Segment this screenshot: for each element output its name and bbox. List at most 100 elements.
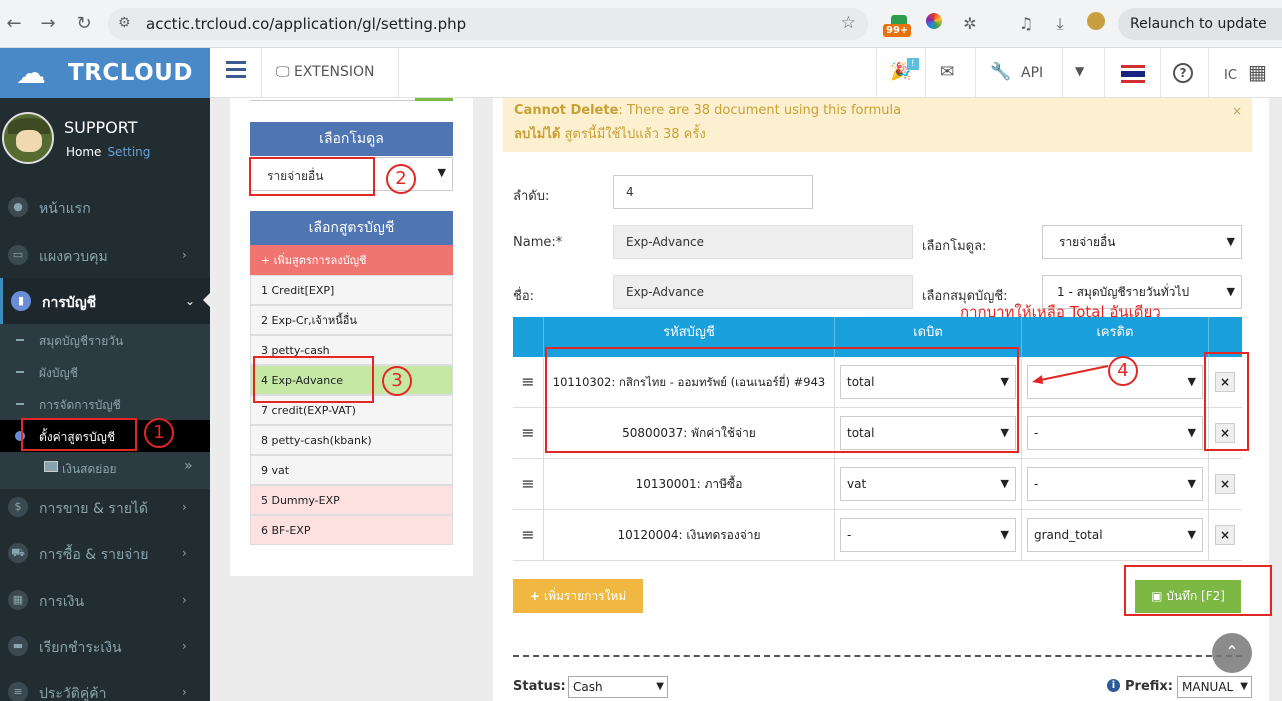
sidebar-item-label: แผงควบคุม (39, 249, 108, 265)
building-icon[interactable]: ▦ (1248, 60, 1267, 84)
reload-icon[interactable]: ↻ (72, 12, 96, 36)
name-label: Name:* (513, 235, 563, 250)
extension-badge: 99+ (883, 24, 912, 37)
status-select[interactable]: Cash ▼ (568, 676, 668, 698)
credit-select[interactable]: - ▼ (1027, 467, 1203, 501)
drag-handle-icon[interactable]: ≡ (513, 408, 544, 459)
sidebar-item-partner-history[interactable]: ≡ ประวัติคู่ค้า › (0, 669, 210, 701)
thai-flag-icon[interactable] (1121, 65, 1145, 83)
sidebar-item-label: เรียกชำระเงิน (39, 640, 122, 656)
alert-title-th: ลบไม่ได้ (514, 127, 561, 142)
formula-item[interactable]: 8 petty-cash(kbank) (250, 425, 453, 455)
back-icon[interactable]: ← (2, 12, 26, 36)
bookmark-star-icon[interactable]: ☆ (841, 13, 856, 33)
id-card-icon (44, 461, 58, 472)
sidebar-item-label: การซื้อ & รายจ่าย (39, 547, 149, 563)
address-bar[interactable]: ⚙ acctic.trcloud.co/application/gl/setti… (108, 8, 868, 40)
sub-item-journal[interactable]: สมุดบัญชีรายวัน (0, 324, 210, 356)
breadcrumb-home[interactable]: Home (66, 145, 101, 159)
breadcrumb-setting[interactable]: Setting (107, 145, 150, 159)
extension-menu[interactable]: 🖵 EXTENSION (276, 64, 375, 80)
active-caret (203, 292, 211, 308)
add-formula-button[interactable]: + เพิ่มสูตรการลงบัญชี (250, 245, 453, 275)
add-row-button[interactable]: + เพิ่มรายการใหม่ (513, 579, 643, 613)
sidebar-item-dashboard[interactable]: ▭ แผงควบคุม › (0, 232, 210, 278)
sub-item-petty-cash[interactable]: เงินสดย่อย » (0, 452, 210, 484)
menu-toggle-icon[interactable] (226, 61, 246, 79)
sidebar-item-label: ประวัติคู่ค้า (39, 686, 107, 701)
avatar[interactable] (2, 112, 54, 164)
media-playlist-icon[interactable]: ♫ (1014, 12, 1038, 36)
drag-handle-icon[interactable]: ≡ (513, 510, 544, 561)
debit-select[interactable]: vat ▼ (840, 467, 1016, 501)
info-icon[interactable]: i (1107, 679, 1120, 692)
sub-item-account-management[interactable]: การจัดการบัญชี (0, 388, 210, 420)
caret-down-icon[interactable]: ▼ (1075, 64, 1084, 78)
scroll-to-top-icon[interactable]: ⌃ (1212, 633, 1252, 673)
profile-avatar-icon[interactable] (1084, 12, 1108, 36)
annotation-note: กากบาทให้เหลือ Total อันเดียว (960, 303, 1161, 321)
logo[interactable]: ☁ TRCLOUD (0, 48, 210, 98)
formula-item[interactable]: 1 Credit[EXP] (250, 275, 453, 305)
delete-warning-alert: Cannot Delete: There are 38 document usi… (503, 98, 1252, 152)
chevron-right-icon: › (182, 639, 187, 653)
sub-item-label: สมุดบัญชีรายวัน (39, 334, 124, 348)
credit-select[interactable]: - ▼ (1027, 416, 1203, 450)
sub-item-chart-of-accounts[interactable]: ผังบัญชี (0, 356, 210, 388)
chevron-down-icon: ▼ (1226, 285, 1235, 298)
delete-cell: × (1209, 510, 1242, 561)
formula-item[interactable]: 6 BF-EXP (250, 515, 453, 545)
name-input[interactable]: Exp-Advance (613, 225, 913, 259)
color-extension-icon[interactable] (922, 12, 946, 36)
api-link[interactable]: API (1021, 65, 1043, 81)
thai-name-input[interactable]: Exp-Advance (613, 275, 913, 309)
sub-item-label: เงินสดย่อย (62, 462, 117, 476)
dollar-icon: $ (8, 497, 28, 517)
credit-select[interactable]: grand_total ▼ (1027, 518, 1203, 552)
delete-row-button[interactable]: × (1215, 474, 1235, 494)
module-dropdown[interactable]: รายจ่ายอื่น ▼ (1042, 225, 1242, 259)
order-input[interactable]: 4 (613, 175, 813, 209)
mail-icon[interactable]: ✉ (940, 62, 954, 82)
close-icon[interactable]: × (1232, 104, 1242, 118)
chevron-right-icon: › (182, 685, 187, 699)
wrench-icon[interactable]: 🔧 (990, 62, 1011, 82)
plus-icon: + (261, 254, 274, 267)
sidebar-item-purchase[interactable]: ⛟ การซื้อ & รายจ่าย › (0, 530, 210, 576)
credit-cell: grand_total ▼ (1022, 510, 1209, 561)
drag-handle-icon[interactable]: ≡ (513, 357, 544, 408)
relaunch-button[interactable]: Relaunch to update (1118, 8, 1282, 40)
notification-badge: ! (907, 58, 919, 70)
sidebar-item-billing[interactable]: ▬ เรียกชำระเงิน › (0, 623, 210, 669)
chevron-right-icon: › (182, 248, 187, 262)
sidebar-item-accounting[interactable]: ▮ การบัญชี ⌄ (0, 278, 210, 324)
download-icon[interactable]: ⤓ (1048, 12, 1072, 36)
site-info-icon[interactable]: ⚙ (118, 15, 131, 31)
formula-item[interactable]: 9 vat (250, 455, 453, 485)
credit-value: - (1034, 426, 1039, 440)
company-ic-label[interactable]: IC (1224, 68, 1237, 83)
sidebar-item-home[interactable]: ● หน้าแรก (0, 184, 210, 230)
annotation-number: 4 (1108, 356, 1138, 386)
help-icon[interactable]: ? (1173, 62, 1193, 83)
table-row: ≡ 10130001: ภาษีซื้อ vat ▼ - ▼ × (513, 459, 1242, 510)
prefix-select[interactable]: MANUAL ▼ (1177, 676, 1252, 698)
debit-value: - (847, 528, 852, 542)
forward-icon[interactable]: → (36, 12, 60, 36)
formula-item[interactable]: 2 Exp-Cr,เจ้าหนี้อื่น (250, 305, 453, 335)
user-name: SUPPORT (64, 118, 138, 137)
delete-row-button[interactable]: × (1215, 525, 1235, 545)
order-label: ลำดับ: (513, 189, 550, 204)
formula-item[interactable]: 5 Dummy-EXP (250, 485, 453, 515)
drag-handle-icon[interactable]: ≡ (513, 459, 544, 510)
sidebar-item-sales[interactable]: $ การขาย & รายได้ › (0, 484, 210, 530)
prefix-label: Prefix: (1125, 679, 1173, 694)
sidebar-item-label: การเงิน (39, 594, 85, 610)
module-header: เลือกโมดูล (250, 122, 453, 156)
sidebar-item-finance[interactable]: ▦ การเงิน › (0, 577, 210, 623)
puzzle-extensions-icon[interactable]: ✲ (958, 12, 982, 36)
debit-select[interactable]: - ▼ (840, 518, 1016, 552)
credit-value: - (1034, 477, 1039, 491)
cart-icon: ⛟ (8, 543, 28, 563)
section-divider (513, 655, 1242, 657)
